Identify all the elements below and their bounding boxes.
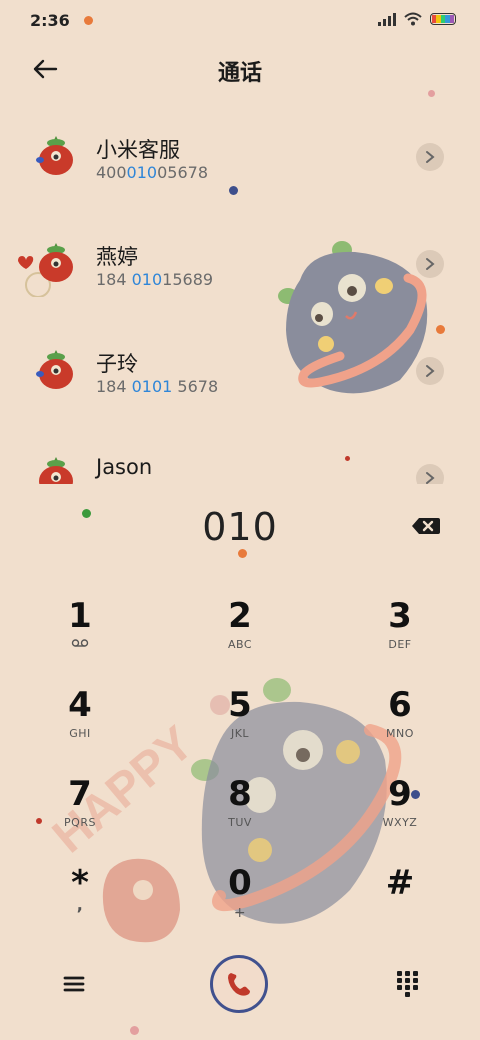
tomato-avatar-icon [36, 350, 73, 389]
tomato-avatar-icon [36, 136, 73, 175]
contact-number: 184 0101 5678 [96, 377, 219, 396]
page-title: 通话 [217, 61, 262, 86]
contact-name: 燕婷 [96, 245, 138, 269]
dialpad-icon [397, 971, 418, 997]
contact-number: 40001005678 [96, 163, 208, 182]
key-6[interactable]: 6 MNO [335, 679, 465, 759]
contact-detail-button[interactable] [416, 464, 444, 484]
contact-number: 184 01015689 [96, 270, 214, 289]
call-button[interactable] [210, 955, 268, 1013]
key-2[interactable]: 2 ABC [175, 590, 305, 670]
dialed-number: 010 [202, 505, 278, 549]
tomato-avatar-icon [39, 243, 73, 282]
backspace-icon [412, 518, 440, 534]
contact-name: 小米客服 [96, 138, 180, 162]
key-hash[interactable]: # [335, 857, 465, 937]
contact-name: Jason [96, 455, 153, 479]
status-bar: 2:36 [0, 0, 480, 40]
key-5[interactable]: 5 JKL [175, 679, 305, 759]
chevron-right-icon [426, 365, 435, 377]
contact-row-yanting[interactable]: 燕婷 184 01015689 [0, 217, 480, 317]
signal-icon [378, 12, 396, 26]
dialpad-toggle-button[interactable] [396, 970, 420, 1000]
hamburger-menu-icon [63, 976, 85, 992]
status-time: 2:36 [30, 11, 70, 30]
battery-icon [430, 13, 456, 25]
phone-call-icon [228, 973, 250, 996]
keypad: 1 2 ABC 3 DEF 4 GHI 5 JKL 6 MNO 7 PQRS 8… [0, 590, 480, 940]
contact-row-ziling[interactable]: 子玲 184 0101 5678 [0, 324, 480, 424]
status-icons [378, 12, 456, 26]
contact-row-jason[interactable]: Jason [0, 431, 480, 484]
tomato-avatar-icon [39, 457, 73, 484]
key-1[interactable]: 1 [15, 590, 145, 670]
chevron-right-icon [426, 258, 435, 270]
backspace-button[interactable] [410, 514, 442, 538]
key-9[interactable]: 9 WXYZ [335, 768, 465, 848]
key-0[interactable]: 0 + [175, 857, 305, 937]
key-4[interactable]: 4 GHI [15, 679, 145, 759]
chevron-right-icon [426, 472, 435, 484]
key-7[interactable]: 7 PQRS [15, 768, 145, 848]
contact-detail-button[interactable] [416, 143, 444, 171]
contact-detail-button[interactable] [416, 250, 444, 278]
chevron-right-icon [426, 151, 435, 163]
contact-row-xiaomi-service[interactable]: 小米客服 40001005678 [0, 110, 480, 210]
key-3[interactable]: 3 DEF [335, 590, 465, 670]
voicemail-icon [71, 639, 89, 647]
key-8[interactable]: 8 TUV [175, 768, 305, 848]
key-star[interactable]: * , [15, 857, 145, 937]
wifi-icon [404, 12, 422, 26]
contact-list: 小米客服 40001005678 燕婷 184 01015689 子玲 184 [0, 110, 480, 484]
contact-detail-button[interactable] [416, 357, 444, 385]
menu-button[interactable] [60, 970, 88, 998]
contact-name: 子玲 [96, 352, 138, 376]
